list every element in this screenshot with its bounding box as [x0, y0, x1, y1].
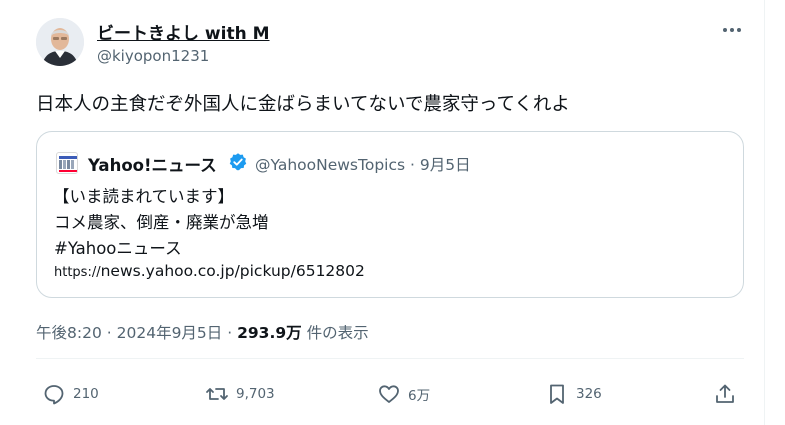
view-count-label: 件の表示 — [306, 324, 369, 342]
yahoo-news-logo — [56, 152, 78, 174]
quoted-hashtag[interactable]: #Yahooニュース — [54, 235, 182, 259]
timeline-border — [764, 0, 765, 425]
meta-separator: · — [106, 324, 112, 342]
bookmark-count: 326 — [576, 386, 602, 402]
reply-icon — [44, 385, 64, 405]
more-horizontal-icon[interactable] — [718, 20, 746, 40]
tweet-date[interactable]: 2024年9月5日 — [117, 324, 223, 342]
bookmark-icon — [550, 384, 564, 404]
quoted-author-name: Yahoo!ニュース — [88, 156, 217, 175]
heart-icon — [379, 385, 399, 403]
quoted-separator: · — [410, 156, 415, 174]
quoted-meta: @YahooNewsTopics · 9月5日 — [255, 153, 471, 175]
quoted-tweet-card[interactable]: Yahoo!ニュース @YahooNewsTopics · 9月5日 【いま読ま… — [36, 131, 744, 298]
bookmark-button[interactable]: 326 — [545, 381, 602, 407]
quoted-link[interactable]: https://news.yahoo.co.jp/pickup/6512802 — [54, 262, 365, 280]
share-icon — [716, 384, 734, 403]
reply-button[interactable]: 210 — [42, 381, 99, 407]
tweet-meta-row: 午後8:20 · 2024年9月5日 · 293.9万 件の表示 — [36, 321, 369, 343]
author-handle[interactable]: @kiyopon1231 — [97, 47, 209, 65]
quoted-link-path: news.yahoo.co.jp/pickup/6512802 — [100, 262, 365, 280]
divider — [36, 358, 744, 359]
share-button[interactable] — [713, 381, 737, 407]
verified-badge-icon — [228, 152, 248, 172]
tweet-time[interactable]: 午後8:20 — [36, 324, 102, 342]
author-name[interactable]: ビートきよし with M — [97, 19, 270, 44]
like-count: 6万 — [408, 388, 431, 404]
tweet-text: 日本人の主食だぞ外国人に金ばらまいてないで農家守ってくれよ — [36, 94, 570, 115]
quoted-link-protocol: https:// — [54, 265, 101, 280]
author-avatar[interactable] — [36, 18, 84, 66]
like-button[interactable]: 6万 — [377, 381, 430, 407]
quoted-text-line: 【いま読まれています】 — [53, 187, 235, 206]
reply-count: 210 — [73, 386, 99, 402]
retweet-icon — [206, 388, 228, 400]
quoted-text-line: コメ農家、倒産・廃業が急増 — [54, 213, 269, 232]
retweet-button[interactable]: 9,703 — [205, 381, 275, 407]
quoted-handle: @YahooNewsTopics — [255, 156, 406, 174]
tweet: ビートきよし with M @kiyopon1231 日本人の主食だぞ外国人に金… — [0, 0, 785, 425]
view-count: 293.9万 — [237, 324, 302, 342]
quoted-date: 9月5日 — [419, 156, 471, 174]
meta-separator: · — [227, 324, 233, 342]
avatar-portrait — [36, 18, 84, 66]
retweet-count: 9,703 — [236, 386, 275, 402]
